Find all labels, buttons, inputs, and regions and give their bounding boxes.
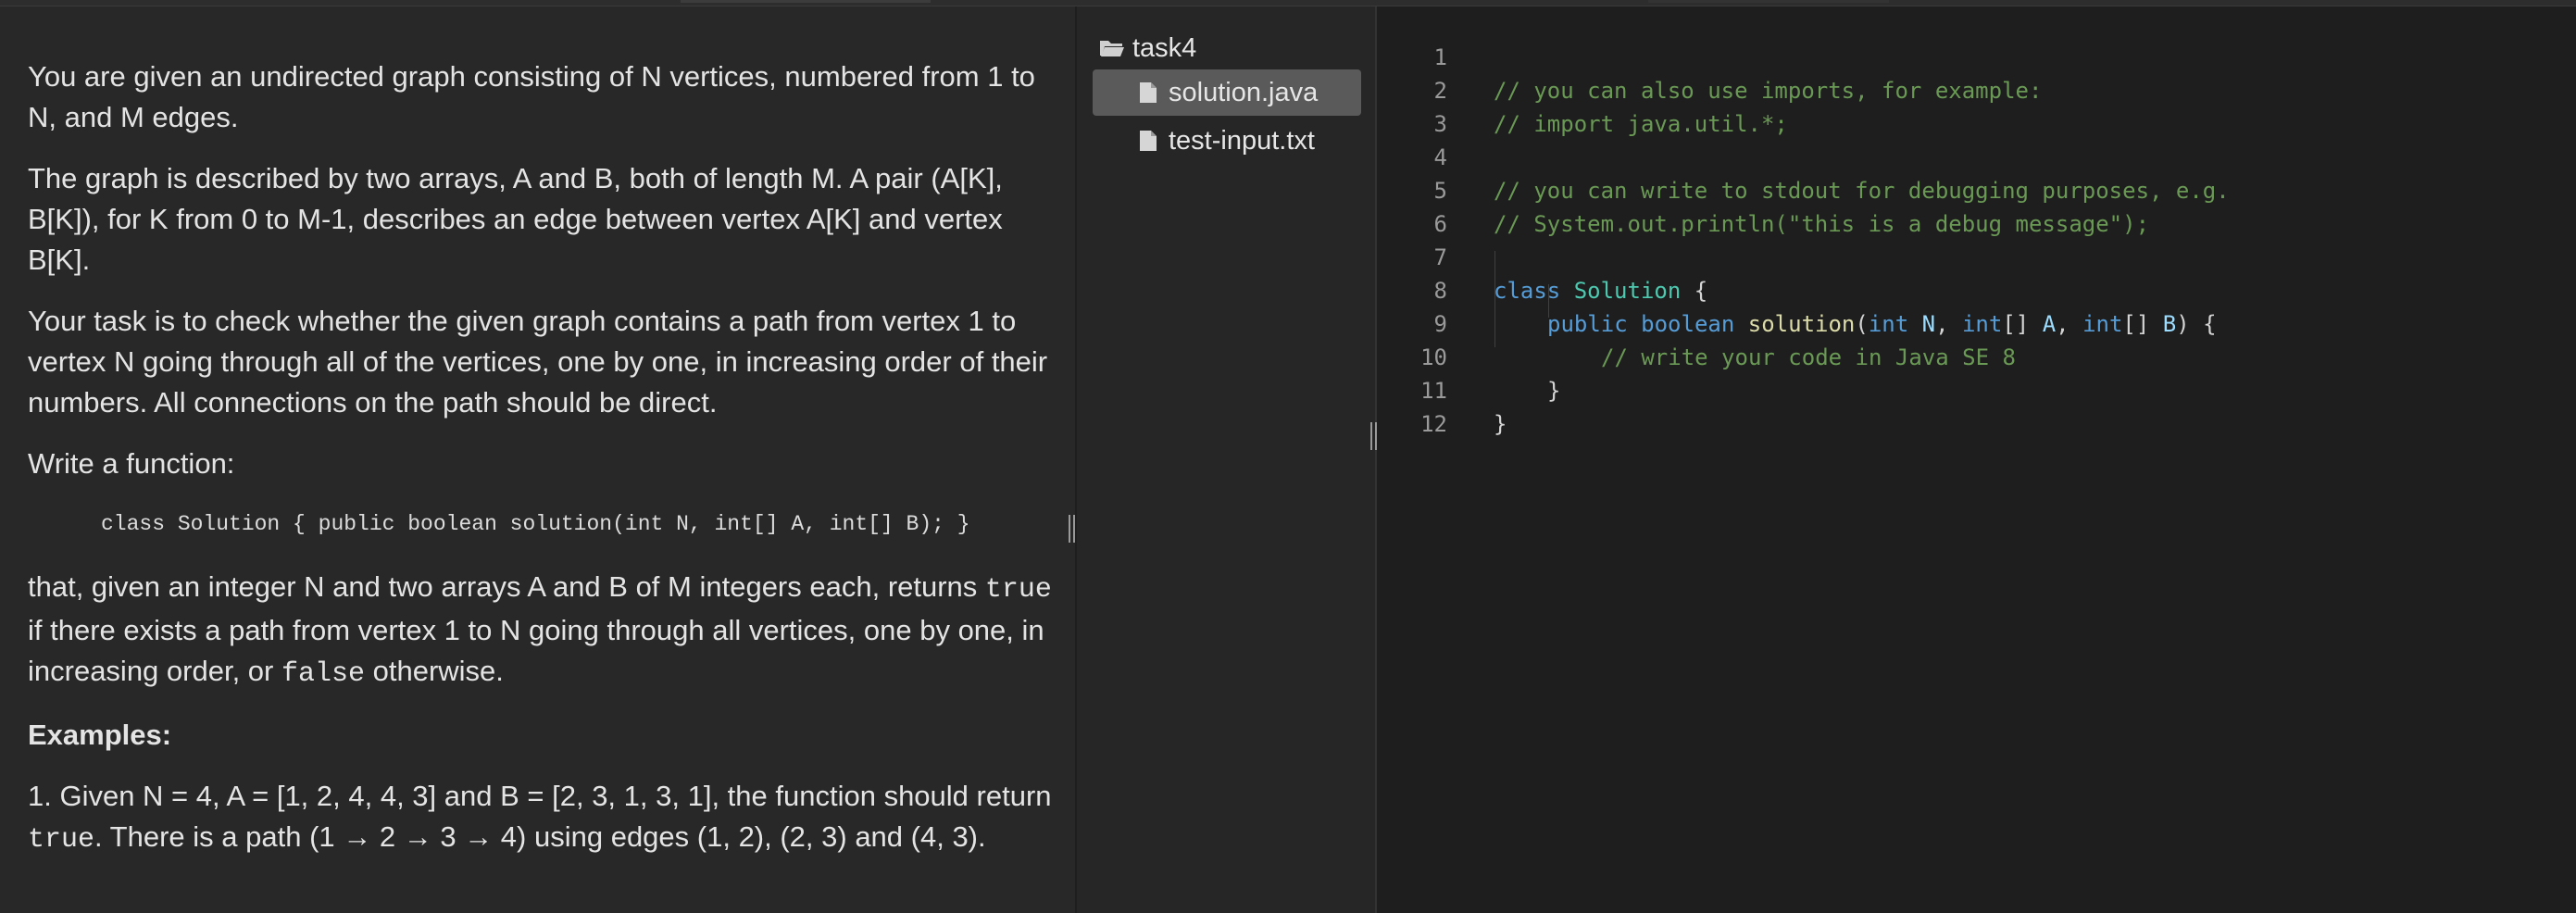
file-icon [1139, 81, 1157, 104]
line-number: 12 [1420, 411, 1447, 437]
code-false: false [281, 658, 365, 690]
text: . There is a path (1 → 2 → 3 → 4) using … [94, 820, 986, 853]
file-item-solution-java[interactable]: solution.java [1093, 69, 1361, 116]
scroll-thumb[interactable] [681, 0, 931, 3]
code-line-5: 5 // System.out.println("this is a debug… [1377, 141, 2576, 237]
code-line-2: 2 // import java.util.*; [1377, 41, 2576, 137]
file-label: test-input.txt [1169, 125, 1315, 156]
text: 1. Given N = 4, A = [1, 2, 4, 4, 3] and … [28, 780, 1052, 812]
file-tree-panel: task4 solution.java test-input.txt [1077, 6, 1375, 913]
task-paragraph-3: Your task is to check whether the given … [28, 305, 1048, 419]
code-true: true [28, 824, 95, 856]
pane-resize-handle-right[interactable] [1370, 422, 1377, 450]
folder-open-icon [1099, 37, 1125, 59]
code-line-9: 9 // write your code in Java SE 8 [1377, 274, 2576, 370]
code-line-10: 10 } [1377, 307, 2576, 404]
task-paragraph-5: that, given an integer N and two arrays … [28, 567, 1057, 694]
task-paragraph-4: Write a function: [28, 447, 235, 480]
text: otherwise. [365, 655, 504, 687]
task-paragraph-2: The graph is described by two arrays, A … [28, 162, 1003, 276]
code-line-4: 4 // you can write to stdout for debuggi… [1377, 107, 2576, 204]
folder-task4[interactable]: task4 [1099, 30, 1196, 67]
examples-heading: Examples: [28, 719, 172, 751]
code-true: true [984, 574, 1052, 606]
function-signature-code: class Solution { public boolean solution… [101, 512, 970, 536]
top-scrollbar[interactable] [0, 0, 2576, 6]
code-line-3: 3 [1377, 74, 2576, 137]
example-1: 1. Given N = 4, A = [1, 2, 4, 4, 3] and … [28, 776, 1057, 860]
text: that, given an integer N and two arrays … [28, 570, 985, 603]
code-line-8: 8 public boolean solution(int N, int[] A… [1377, 241, 2576, 337]
scroll-thumb-editor[interactable] [1648, 0, 1889, 3]
file-item-test-input[interactable]: test-input.txt [1093, 119, 1361, 162]
code-line-11: 11 } [1377, 341, 2576, 437]
code-line-7: 7 class Solution { [1377, 207, 2576, 304]
code-editor[interactable]: 1 // you can also use imports, for examp… [1377, 6, 2576, 913]
code-text: } [1494, 411, 1507, 437]
task-paragraph-1: You are given an undirected graph consis… [28, 60, 1035, 133]
file-label: solution.java [1169, 77, 1319, 107]
text: if there exists a path from vertex 1 to … [28, 614, 1044, 687]
pane-resize-handle-left[interactable] [1069, 515, 1075, 543]
code-line-1: 1 // you can also use imports, for examp… [1377, 7, 2576, 104]
folder-label: task4 [1132, 32, 1197, 63]
task-description-pane[interactable]: You are given an undirected graph consis… [0, 6, 1075, 913]
code-line-12: 12 [1377, 374, 2576, 437]
code-line-6: 6 [1377, 174, 2576, 237]
file-icon [1139, 130, 1157, 152]
